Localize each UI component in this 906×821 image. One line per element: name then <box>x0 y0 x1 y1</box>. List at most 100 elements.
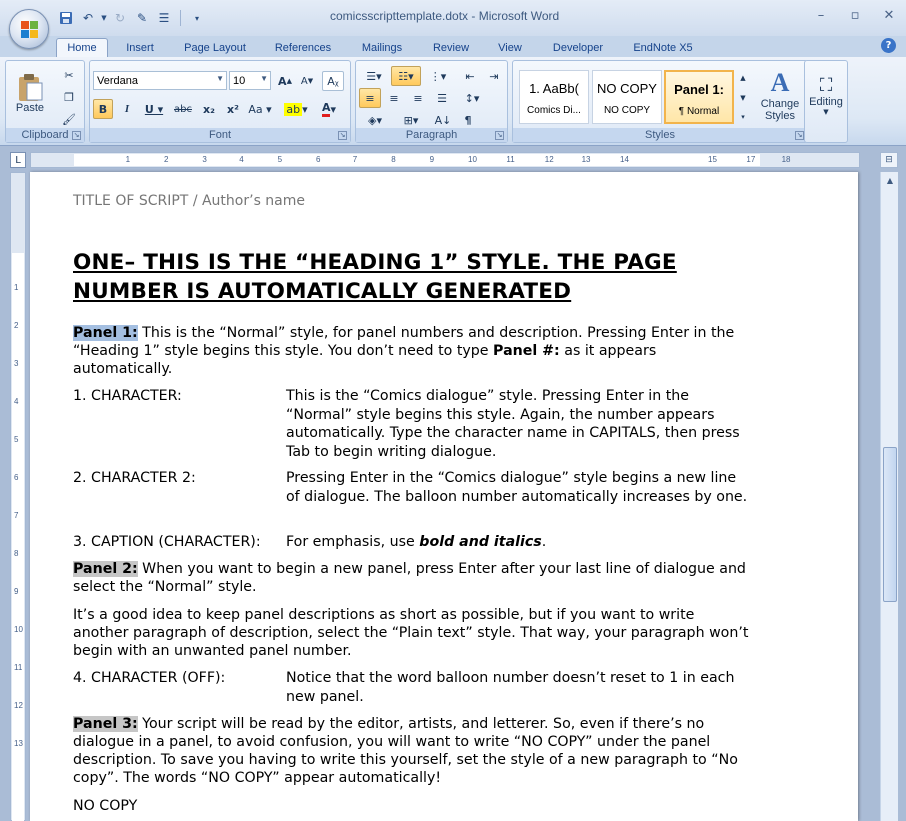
style-no-copy[interactable]: NO COPY NO COPY <box>592 70 662 124</box>
styles-scroll-up-icon[interactable]: ▲ <box>737 69 749 87</box>
borders-icon[interactable]: ⊞▾ <box>395 110 427 130</box>
font-name-combo[interactable]: Verdana ▼ <box>93 71 227 90</box>
copy-icon[interactable]: ❐ <box>58 87 80 107</box>
shrink-font-icon[interactable]: A ▼ <box>297 71 317 91</box>
vertical-ruler: 1 2 3 4 5 6 7 8 9 10 11 12 13 <box>10 172 26 821</box>
title-bar: ↶ ▼ ↻ ✎ ☰ ▾ comicsscripttemplate.dotx - … <box>0 0 906 36</box>
ruler-number: 9 <box>14 587 19 596</box>
strikethrough-icon[interactable]: abc <box>170 99 196 119</box>
dialogue-speaker: 2. CHARACTER 2: <box>73 470 196 486</box>
line-spacing-icon[interactable]: ↕▾ <box>457 88 487 108</box>
increase-indent-icon[interactable]: ⇥ <box>483 66 505 86</box>
font-launcher-icon[interactable]: ↘ <box>338 131 347 140</box>
styles-launcher-icon[interactable]: ↘ <box>795 131 804 140</box>
document-page[interactable]: TITLE OF SCRIPT / Author’s name ONE– THI… <box>30 172 858 821</box>
tab-selector-icon[interactable]: L <box>10 152 26 168</box>
tab-endnote[interactable]: EndNote X5 <box>624 38 702 57</box>
justify-icon[interactable]: ☰ <box>431 88 453 108</box>
align-left-icon[interactable]: ≡ <box>359 88 381 108</box>
tab-page-layout[interactable]: Page Layout <box>176 38 254 57</box>
font-size-combo[interactable]: 10 ▼ <box>229 71 271 90</box>
numbering-icon[interactable]: ☷▾ <box>391 66 421 86</box>
format-painter-qat-icon[interactable]: ✎ <box>132 9 152 27</box>
paragraph-group: ☰▾ ☷▾ ⋮▾ ⇤ ⇥ ≡ ≡ ≡ ☰ ↕▾ ◈▾ ⊞▾ A↓ ¶ Parag… <box>355 60 508 143</box>
align-right-icon[interactable]: ≡ <box>407 88 429 108</box>
help-icon[interactable]: ? <box>881 38 896 53</box>
panel-2-paragraph: Panel 2: When you want to begin a new pa… <box>73 560 753 596</box>
tab-insert[interactable]: Insert <box>116 38 164 57</box>
style-comics-dialogue[interactable]: 1. AaBb( Comics Di... <box>519 70 589 124</box>
font-color-icon[interactable]: A ▾ <box>314 99 344 119</box>
panel-1-label: Panel 1: <box>73 325 138 341</box>
office-button[interactable] <box>9 9 49 49</box>
style-name: NO COPY <box>603 105 651 116</box>
ruler-text-area <box>74 154 760 166</box>
font-size-value: 10 <box>233 74 246 87</box>
dialogue-speaker: 4. CHARACTER (OFF): <box>73 670 226 686</box>
paragraph-launcher-icon[interactable]: ↘ <box>495 131 504 140</box>
align-center-icon[interactable]: ≡ <box>383 88 405 108</box>
font-group: Verdana ▼ 10 ▼ A ▲ A ▼ Aᵪ B I U ▾ abc x₂ x² … <box>89 60 351 143</box>
bold-icon[interactable]: B <box>93 99 113 119</box>
heading-1: ONE– THIS IS THE “HEADING 1” STYLE. THE … <box>73 250 677 304</box>
format-painter-icon[interactable]: 🖌 <box>58 109 80 129</box>
editing-button[interactable]: ⛶ Editing ▼ <box>806 65 846 125</box>
clear-formatting-icon[interactable]: Aᵪ <box>322 71 344 91</box>
ruler-number: 17 <box>746 155 756 164</box>
save-icon[interactable] <box>56 9 76 27</box>
cut-icon[interactable]: ✂ <box>58 65 80 85</box>
tab-mailings[interactable]: Mailings <box>352 38 412 57</box>
ruler-number: 1 <box>14 283 19 292</box>
underline-icon[interactable]: U ▾ <box>140 99 168 119</box>
scrollbar-thumb[interactable] <box>883 447 897 602</box>
change-case-icon[interactable]: Aa ▾ <box>246 99 274 119</box>
ruler-number: 3 <box>202 155 207 164</box>
tab-references[interactable]: References <box>266 38 340 57</box>
change-styles-button[interactable]: A Change Styles <box>753 65 807 125</box>
redo-icon[interactable]: ↻ <box>110 9 130 27</box>
ruler-number: 14 <box>620 155 629 164</box>
superscript-icon[interactable]: x² <box>222 99 244 119</box>
numbering-qat-icon[interactable]: ☰ <box>154 9 174 27</box>
show-formatting-icon[interactable]: ¶ <box>457 110 479 130</box>
clipboard-launcher-icon[interactable]: ↘ <box>72 131 81 140</box>
change-styles-icon: A <box>770 68 790 97</box>
vertical-scrollbar[interactable]: ▲ <box>880 172 898 821</box>
paste-button[interactable]: Paste <box>10 64 50 122</box>
undo-dropdown-icon[interactable]: ▼ <box>100 9 108 27</box>
close-icon[interactable]: ✕ <box>872 4 906 26</box>
ruler-number: 6 <box>316 155 321 164</box>
sort-icon[interactable]: A↓ <box>431 110 455 130</box>
tab-home[interactable]: Home <box>56 38 108 57</box>
view-ruler-icon[interactable]: ⊟ <box>880 152 898 168</box>
highlight-color-icon[interactable]: ab ▾ <box>280 99 312 119</box>
clipboard-group: Paste ✂ ❐ 🖌 Clipboard ↘ <box>5 60 85 143</box>
tab-view[interactable]: View <box>488 38 532 57</box>
paragraph-group-label: Paragraph <box>356 128 507 142</box>
decrease-indent-icon[interactable]: ⇤ <box>459 66 481 86</box>
italic-icon[interactable]: I <box>117 99 137 119</box>
panel-3-paragraph: Panel 3: Your script will be read by the… <box>73 715 753 787</box>
styles-more-icon[interactable]: ▾ <box>737 109 749 125</box>
binoculars-icon: ⛶ <box>819 74 833 96</box>
paste-icon <box>19 74 43 101</box>
minimize-icon[interactable]: – <box>804 4 838 26</box>
tab-review[interactable]: Review <box>424 38 478 57</box>
maximize-icon[interactable]: ▫ <box>838 4 872 26</box>
panel-3-label: Panel 3: <box>73 716 138 732</box>
panel-3-text: Your script will be read by the editor, … <box>73 716 738 786</box>
ruler-number: 18 <box>781 155 791 164</box>
styles-scroll-down-icon[interactable]: ▼ <box>737 89 749 107</box>
bullets-icon[interactable]: ☰▾ <box>359 66 389 86</box>
undo-icon[interactable]: ↶ <box>78 9 98 27</box>
shading-icon[interactable]: ◈▾ <box>359 110 391 130</box>
multilevel-list-icon[interactable]: ⋮▾ <box>423 66 453 86</box>
customize-qat-icon[interactable]: ▾ <box>187 9 207 27</box>
window-title: comicsscripttemplate.dotx - Microsoft Wo… <box>330 9 560 23</box>
ruler-number: 11 <box>506 155 515 164</box>
grow-font-icon[interactable]: A ▲ <box>275 71 295 91</box>
tab-developer[interactable]: Developer <box>544 38 612 57</box>
subscript-icon[interactable]: x₂ <box>198 99 220 119</box>
scroll-up-icon[interactable]: ▲ <box>883 174 897 188</box>
style-normal[interactable]: Panel 1: ¶ Normal <box>664 70 734 124</box>
